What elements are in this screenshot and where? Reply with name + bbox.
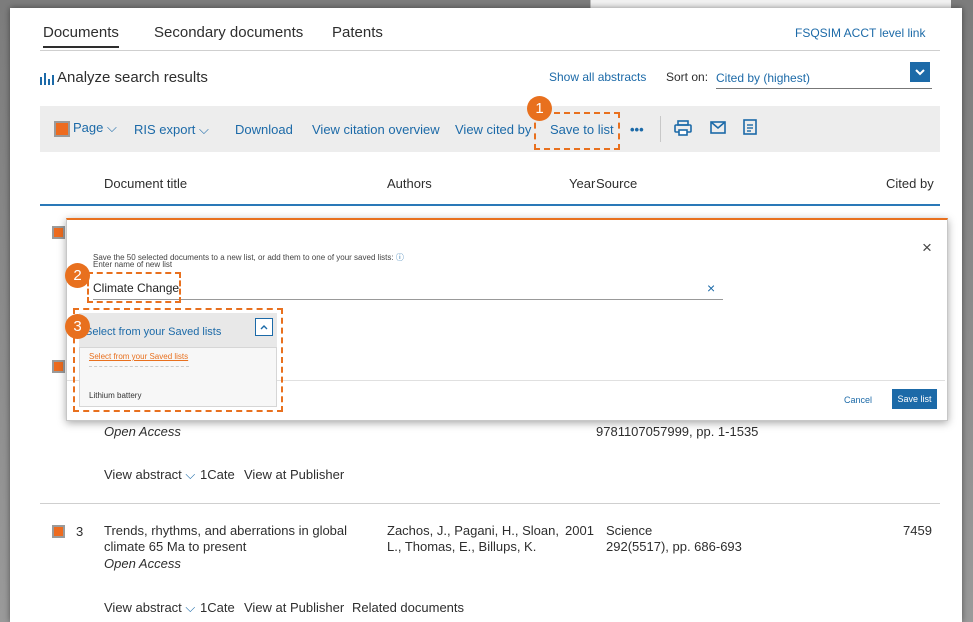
- row-2-open-access: Open Access: [104, 424, 181, 439]
- callout-badge-1: 1: [527, 96, 552, 121]
- save-to-list-dialog: Save the 50 selected documents to a new …: [66, 218, 948, 421]
- clear-input-icon[interactable]: ×: [707, 280, 715, 296]
- download-button[interactable]: Download: [235, 122, 293, 137]
- bar-chart-icon[interactable]: [40, 72, 54, 85]
- list-name-highlight: [87, 272, 181, 303]
- tab-secondary-documents[interactable]: Secondary documents: [154, 24, 303, 41]
- row-3-source-line2: 292(5517), pp. 686-693: [606, 539, 742, 554]
- row-3-cate-link[interactable]: 1Cate: [200, 600, 235, 615]
- row-2-view-abstract[interactable]: View abstract ⌵: [104, 467, 195, 483]
- row-1-checkbox[interactable]: [52, 226, 65, 239]
- row-3-cited-by[interactable]: 7459: [903, 523, 932, 538]
- row-3-authors-line2[interactable]: L., Thomas, E., Billups, K.: [387, 539, 536, 554]
- tab-documents[interactable]: Documents: [43, 24, 119, 48]
- column-header-document-title[interactable]: Document title: [104, 176, 187, 191]
- row-divider: [40, 503, 940, 504]
- input-underline: [93, 299, 723, 300]
- row-2-checkbox[interactable]: [52, 360, 65, 373]
- bibliography-icon[interactable]: [743, 119, 757, 140]
- print-icon[interactable]: [674, 120, 692, 141]
- row-3-title-line1[interactable]: Trends, rhythms, and aberrations in glob…: [104, 523, 347, 538]
- close-icon[interactable]: ×: [922, 238, 932, 258]
- new-list-name-label: Enter name of new list: [93, 260, 173, 269]
- saved-lists-highlight: [73, 308, 283, 412]
- save-list-button[interactable]: Save list: [892, 389, 937, 409]
- show-all-abstracts-link[interactable]: Show all abstracts: [549, 70, 646, 84]
- row-3-authors-line1[interactable]: Zachos, J., Pagani, H., Sloan,: [387, 523, 559, 538]
- column-header-cited-by[interactable]: Cited by: [886, 176, 934, 191]
- info-icon[interactable]: ⓘ: [396, 253, 404, 262]
- tabs-divider: [40, 50, 940, 51]
- tab-patents[interactable]: Patents: [332, 24, 383, 41]
- row-3-number: 3: [76, 524, 84, 539]
- column-header-year[interactable]: Year: [569, 176, 595, 191]
- callout-badge-3: 3: [65, 314, 90, 339]
- ris-export-dropdown[interactable]: RIS export ⌵: [134, 122, 209, 138]
- more-options-button[interactable]: •••: [630, 122, 644, 137]
- select-all-checkbox[interactable]: [54, 121, 70, 137]
- sort-select[interactable]: Cited by (highest): [716, 71, 932, 89]
- chevron-down-icon: ⌵: [107, 120, 117, 135]
- row-3-year: 2001: [565, 523, 594, 538]
- chevron-down-icon: [915, 69, 925, 76]
- email-icon[interactable]: [710, 121, 726, 139]
- row-3-source-line1[interactable]: Science: [606, 523, 652, 538]
- row-3-related-documents-link[interactable]: Related documents: [352, 600, 464, 615]
- row-3-title-line2[interactable]: climate 65 Ma to present: [104, 539, 246, 554]
- column-header-source[interactable]: Source: [596, 176, 637, 191]
- row-3-view-abstract[interactable]: View abstract ⌵: [104, 600, 195, 616]
- view-cited-by-button[interactable]: View cited by: [455, 122, 531, 137]
- sort-label: Sort on:: [666, 70, 709, 84]
- row-2-cate-link[interactable]: 1Cate: [200, 467, 235, 482]
- row-3-checkbox[interactable]: [52, 525, 65, 538]
- row-2-source-detail: 9781107057999, pp. 1-1535: [596, 424, 759, 439]
- callout-badge-2: 2: [65, 263, 90, 288]
- row-3-view-at-publisher-link[interactable]: View at Publisher: [244, 600, 344, 615]
- row-3-open-access: Open Access: [104, 556, 181, 571]
- row-2-view-at-publisher-link[interactable]: View at Publisher: [244, 467, 344, 482]
- column-header-authors[interactable]: Authors: [387, 176, 432, 191]
- toolbar-divider: [660, 116, 661, 142]
- page-select-dropdown[interactable]: Page ⌵: [73, 120, 117, 136]
- chevron-down-icon: ⌵: [199, 122, 209, 137]
- chevron-down-icon: ⌵: [185, 600, 196, 615]
- chevron-down-icon: ⌵: [185, 467, 196, 482]
- analyze-search-results[interactable]: Analyze search results: [57, 69, 208, 86]
- sort-dropdown-button[interactable]: [910, 62, 930, 82]
- cancel-button[interactable]: Cancel: [844, 395, 872, 405]
- view-citation-overview-button[interactable]: View citation overview: [312, 122, 440, 137]
- institution-link[interactable]: FSQSIM ACCT level link: [795, 26, 925, 40]
- header-divider: [40, 204, 940, 206]
